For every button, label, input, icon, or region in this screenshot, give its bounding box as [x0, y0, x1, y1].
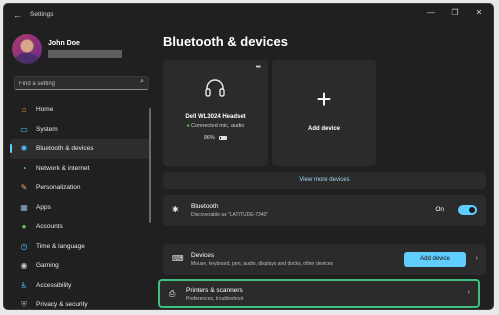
add-device-card-label: Add device: [307, 126, 340, 132]
sidebar-item-system[interactable]: ▭ System: [10, 120, 150, 140]
bluetooth-toggle[interactable]: [458, 205, 477, 215]
devices-icon: ⌨: [172, 254, 184, 263]
search-icon: ⌕: [140, 78, 144, 85]
sidebar-item-bluetooth-devices[interactable]: ✱ Bluetooth & devices: [10, 139, 150, 159]
sidebar-item-label: Network & internet: [36, 164, 90, 172]
user-profile[interactable]: John Doe: [12, 34, 152, 68]
home-icon: ⌂: [21, 105, 27, 115]
connected-dot-icon: ●: [186, 123, 190, 129]
title-bar: ← Settings — ❐ ✕: [4, 4, 493, 26]
sidebar-item-label: Privacy & security: [36, 301, 88, 309]
sidebar-item-label: Bluetooth & devices: [36, 145, 94, 153]
sidebar-item-accessibility[interactable]: ♿ Accessibility: [10, 276, 150, 296]
devices-subtitle: Mouse, keyboard, pen, audio, displays an…: [191, 261, 334, 267]
printers-subtitle: Preferences, troubleshoot: [186, 296, 244, 302]
avatar: [12, 34, 42, 64]
settings-window: ← Settings — ❐ ✕ John Doe ⌕ ⌂ Home ▭ Sys…: [3, 3, 494, 310]
sidebar-item-label: Time & language: [36, 242, 85, 250]
printer-icon: ⎙: [169, 289, 176, 298]
sidebar-item-label: Home: [36, 106, 54, 114]
chevron-right-icon[interactable]: ›: [476, 255, 478, 262]
bluetooth-icon: ✱: [20, 144, 28, 154]
battery-percent: 96%: [203, 135, 215, 141]
sidebar-nav: ⌂ Home ▭ System ✱ Bluetooth & devices ◔ …: [10, 100, 150, 309]
page-title: Bluetooth & devices: [163, 34, 288, 49]
sidebar-item-network[interactable]: ◔ Network & internet: [10, 159, 150, 179]
device-status: ● Connected mic, audio: [163, 123, 268, 129]
bluetooth-toggle-label: On: [435, 206, 444, 213]
sidebar-item-label: Personalization: [36, 184, 81, 192]
sidebar-item-accounts[interactable]: ● Accounts: [10, 217, 150, 237]
sidebar-item-personalization[interactable]: ✎ Personalization: [10, 178, 150, 198]
device-name: Dell WL3024 Headset: [185, 114, 246, 120]
accessibility-icon: ♿: [20, 280, 28, 290]
add-device-card[interactable]: + Add device: [272, 60, 376, 166]
monitor-icon: ▭: [20, 124, 28, 134]
more-options-icon[interactable]: •••: [256, 64, 261, 71]
search-input[interactable]: [19, 78, 129, 89]
sidebar-item-time-language[interactable]: ◷ Time & language: [10, 237, 150, 257]
chevron-right-icon[interactable]: ›: [468, 289, 470, 296]
battery-icon: [219, 135, 228, 140]
bluetooth-title: Bluetooth: [191, 203, 219, 210]
printers-scanners-row[interactable]: ⎙ Printers & scanners Preferences, troub…: [158, 279, 480, 308]
bluetooth-row[interactable]: ✱ Bluetooth Discoverable as "LATITUDE-73…: [163, 195, 486, 226]
sidebar-item-home[interactable]: ⌂ Home: [10, 100, 150, 120]
sidebar-item-gaming[interactable]: ◉ Gaming: [10, 256, 150, 276]
app-title: Settings: [30, 11, 54, 18]
gamepad-icon: ◉: [20, 261, 28, 271]
plus-icon: +: [316, 84, 332, 114]
wifi-icon: ◔: [21, 163, 27, 173]
sidebar-item-label: Gaming: [36, 262, 59, 270]
sidebar-item-label: System: [36, 125, 58, 133]
user-name: John Doe: [48, 40, 80, 47]
battery-level: 96%: [163, 135, 268, 141]
maximize-icon[interactable]: ❐: [447, 8, 463, 17]
shield-icon: ⛨: [21, 299, 27, 309]
add-device-button[interactable]: Add device: [404, 252, 466, 267]
brush-icon: ✎: [20, 183, 28, 193]
devices-row[interactable]: ⌨ Devices Mouse, keyboard, pen, audio, d…: [163, 244, 486, 275]
apps-icon: ▦: [20, 202, 28, 212]
bluetooth-subtitle: Discoverable as "LATITUDE-7340": [191, 212, 269, 218]
user-email-redacted: [48, 50, 122, 58]
close-icon[interactable]: ✕: [471, 8, 487, 17]
view-more-devices-link[interactable]: View more devices: [163, 172, 486, 189]
sidebar-item-label: Apps: [36, 203, 51, 211]
sidebar-item-label: Accessibility: [36, 281, 72, 289]
minimize-icon[interactable]: —: [423, 8, 439, 17]
device-status-text: Connected mic, audio: [191, 123, 245, 129]
back-arrow-icon[interactable]: ←: [13, 10, 22, 20]
sidebar-item-privacy-security[interactable]: ⛨ Privacy & security: [10, 295, 150, 309]
printers-title: Printers & scanners: [186, 287, 243, 294]
search-box[interactable]: ⌕: [14, 76, 149, 90]
bluetooth-icon: ✱: [172, 205, 179, 214]
globe-clock-icon: ◷: [20, 241, 28, 251]
device-card-headset[interactable]: ••• Dell WL3024 Headset ● Connected mic,…: [163, 60, 268, 166]
sidebar-scrollbar[interactable]: [149, 108, 151, 223]
person-icon: ●: [21, 222, 27, 232]
sidebar-item-label: Accounts: [36, 223, 63, 231]
devices-title: Devices: [191, 252, 215, 259]
headset-icon: [205, 79, 225, 97]
sidebar-item-apps[interactable]: ▦ Apps: [10, 198, 150, 218]
